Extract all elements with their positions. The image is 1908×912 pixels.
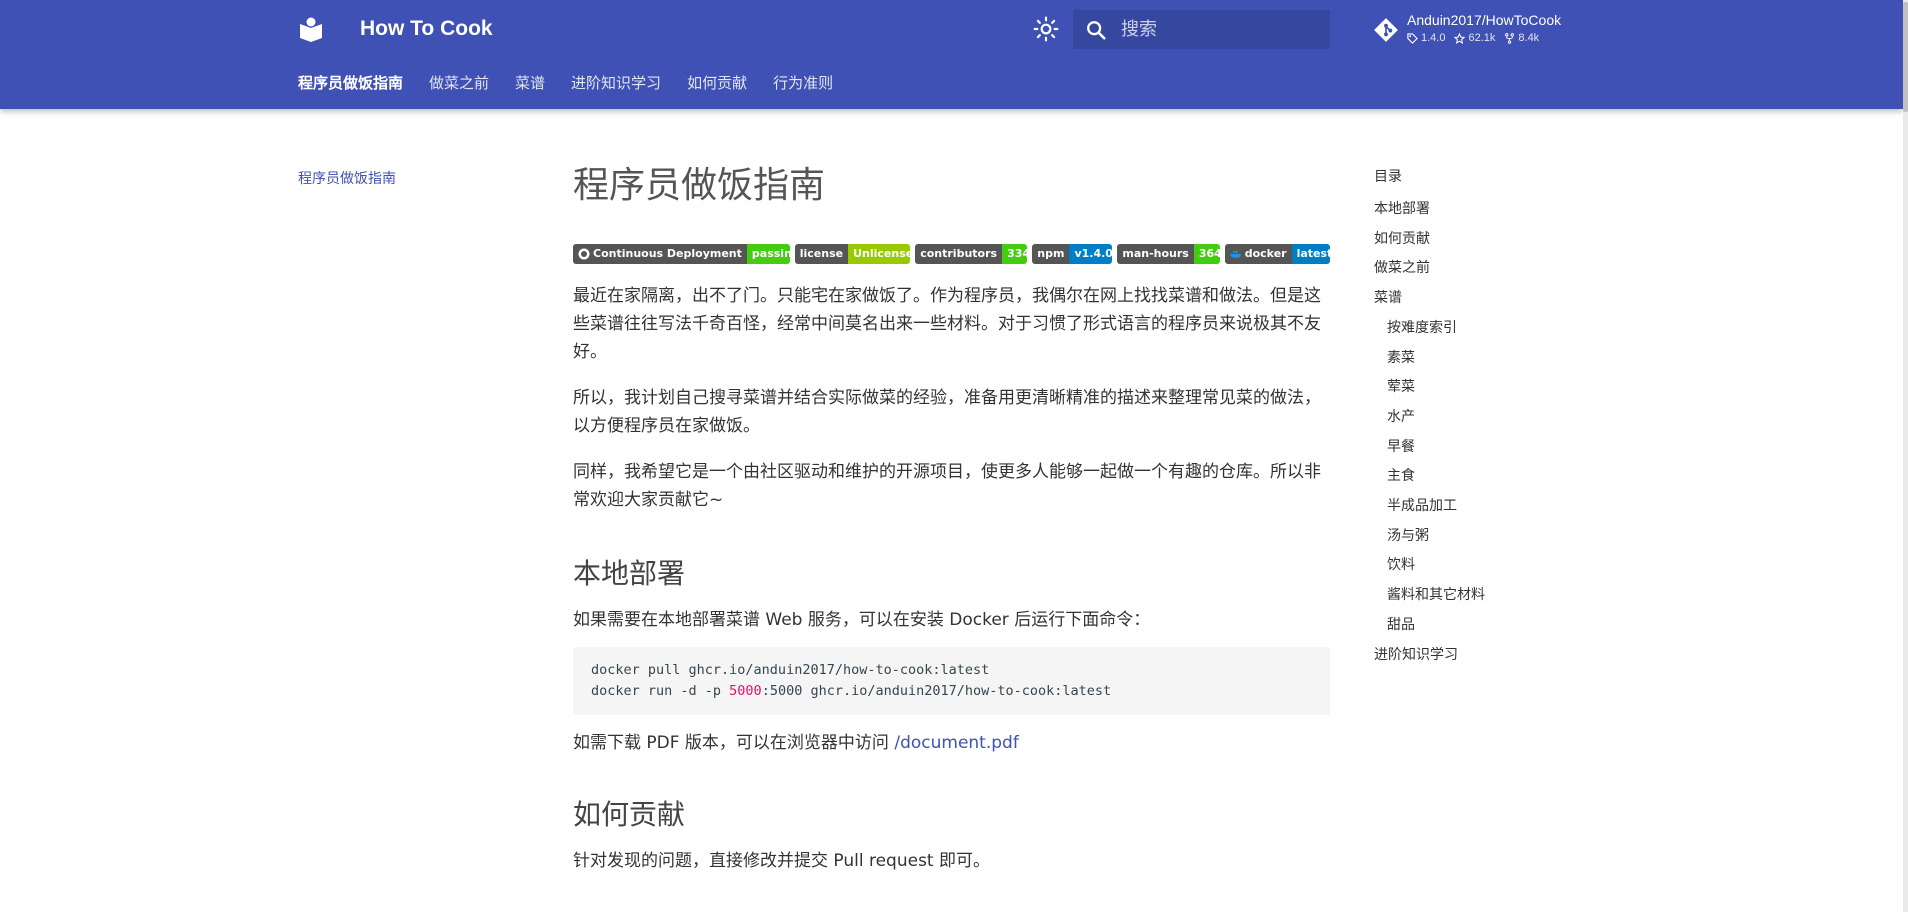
page-title: 程序员做饭指南: [573, 165, 826, 206]
toc-title: 目录: [1374, 169, 1402, 185]
tab-advanced[interactable]: 进阶知识学习: [571, 72, 661, 93]
badge-man-hours[interactable]: man-hours 364: [1117, 244, 1220, 264]
toc-item-advanced[interactable]: 进阶知识学习: [1374, 641, 1485, 671]
github-icon: [578, 248, 590, 260]
repo-stars: 62.1k: [1454, 32, 1495, 44]
left-nav-item[interactable]: 程序员做饭指南: [298, 168, 396, 188]
badge-contributors[interactable]: contributors 334: [915, 244, 1028, 264]
deploy-text: 如果需要在本地部署菜谱 Web 服务，可以在安装 Docker 后运行下面命令：: [573, 610, 1151, 630]
code-block[interactable]: docker pull ghcr.io/anduin2017/how-to-co…: [573, 647, 1330, 715]
table-of-contents: 目录 本地部署 如何贡献 做菜之前 菜谱 按难度索引 素菜 荤菜 水产 早餐 主…: [1374, 166, 1485, 670]
toc-item-meat[interactable]: 荤菜: [1374, 373, 1485, 403]
code-line-2: docker run -d -p 5000:5000 ghcr.io/andui…: [591, 683, 1112, 699]
toc-item-recipes[interactable]: 菜谱: [1374, 284, 1485, 314]
search-icon: [1087, 20, 1106, 40]
intro-paragraph-1: 最近在家隔离，出不了门。只能宅在家做饭了。作为程序员，我偶尔在网上找找菜谱和做法…: [573, 286, 1321, 362]
badge-row: Continuous Deployment passing license Un…: [573, 244, 1330, 264]
scrollbar-thumb[interactable]: [1903, 2, 1908, 112]
toc-item-drinks[interactable]: 饮料: [1374, 551, 1485, 581]
site-title[interactable]: How To Cook: [360, 15, 493, 43]
sun-icon[interactable]: [1033, 16, 1059, 42]
docker-icon: [1229, 251, 1241, 258]
repo-forks: 8.4k: [1504, 32, 1539, 44]
badge-deployment[interactable]: Continuous Deployment passing: [573, 244, 790, 264]
deploy-heading: 本地部署: [573, 557, 686, 590]
repo-version: 1.4.0: [1407, 32, 1445, 44]
search-input[interactable]: [1119, 18, 1323, 41]
toc-item-soup[interactable]: 汤与粥: [1374, 522, 1485, 552]
toc-item-aquatic[interactable]: 水产: [1374, 403, 1485, 433]
toc-item-deploy[interactable]: 本地部署: [1374, 195, 1485, 225]
toc-item-difficulty[interactable]: 按难度索引: [1374, 314, 1485, 344]
toc-item-vegetarian[interactable]: 素菜: [1374, 344, 1485, 374]
toc-item-staple[interactable]: 主食: [1374, 462, 1485, 492]
toc-item-contribute[interactable]: 如何贡献: [1374, 225, 1485, 255]
badge-docker[interactable]: docker latest: [1224, 244, 1330, 264]
toc-item-semi-finished[interactable]: 半成品加工: [1374, 492, 1485, 522]
pdf-text: 如需下载 PDF 版本，可以在浏览器中访问 /document.pdf: [573, 733, 1019, 753]
tab-contribute[interactable]: 如何贡献: [687, 72, 747, 93]
pdf-link[interactable]: /document.pdf: [894, 733, 1018, 753]
book-logo-icon[interactable]: [297, 15, 325, 43]
toc-item-breakfast[interactable]: 早餐: [1374, 433, 1485, 463]
scrollbar[interactable]: [1903, 0, 1908, 912]
badge-license[interactable]: license Unlicense: [794, 244, 911, 264]
intro-paragraph-2: 所以，我计划自己搜寻菜谱并结合实际做菜的经验，准备用更清晰精准的描述来整理常见菜…: [573, 388, 1321, 436]
search-box[interactable]: [1073, 10, 1330, 49]
git-icon: [1374, 18, 1398, 42]
contribute-text: 针对发现的问题，直接修改并提交 Pull request 即可。: [573, 851, 991, 871]
toc-item-before-cooking[interactable]: 做菜之前: [1374, 254, 1485, 284]
main-content: 程序员做饭指南 Continuous Deployment passing li…: [573, 160, 1330, 875]
tab-before-cooking[interactable]: 做菜之前: [429, 72, 489, 93]
badge-npm[interactable]: npm v1.4.0: [1032, 244, 1113, 264]
tab-bar: 程序员做饭指南 做菜之前 菜谱 进阶知识学习 如何贡献 行为准则: [298, 72, 859, 93]
fork-icon: [1505, 32, 1515, 44]
tab-code-of-conduct[interactable]: 行为准则: [773, 72, 833, 93]
toc-item-desserts[interactable]: 甜品: [1374, 611, 1485, 641]
contribute-heading: 如何贡献: [573, 798, 686, 831]
toc-item-sauces[interactable]: 酱料和其它材料: [1374, 581, 1485, 611]
tab-guide[interactable]: 程序员做饭指南: [298, 72, 403, 93]
code-line-1: docker pull ghcr.io/anduin2017/how-to-co…: [591, 662, 990, 678]
tag-icon: [1407, 32, 1418, 44]
intro-paragraph-3: 同样，我希望它是一个由社区驱动和维护的开源项目，使更多人能够一起做一个有趣的仓库…: [573, 462, 1321, 510]
repo-link[interactable]: Anduin2017/HowToCook 1.4.0 62.1k 8.4k: [1373, 12, 1561, 44]
repo-name: Anduin2017/HowToCook: [1407, 12, 1562, 28]
star-icon: [1454, 32, 1466, 44]
header: How To Cook Anduin2017/HowToCook: [0, 0, 1903, 109]
tab-recipes[interactable]: 菜谱: [515, 72, 545, 93]
